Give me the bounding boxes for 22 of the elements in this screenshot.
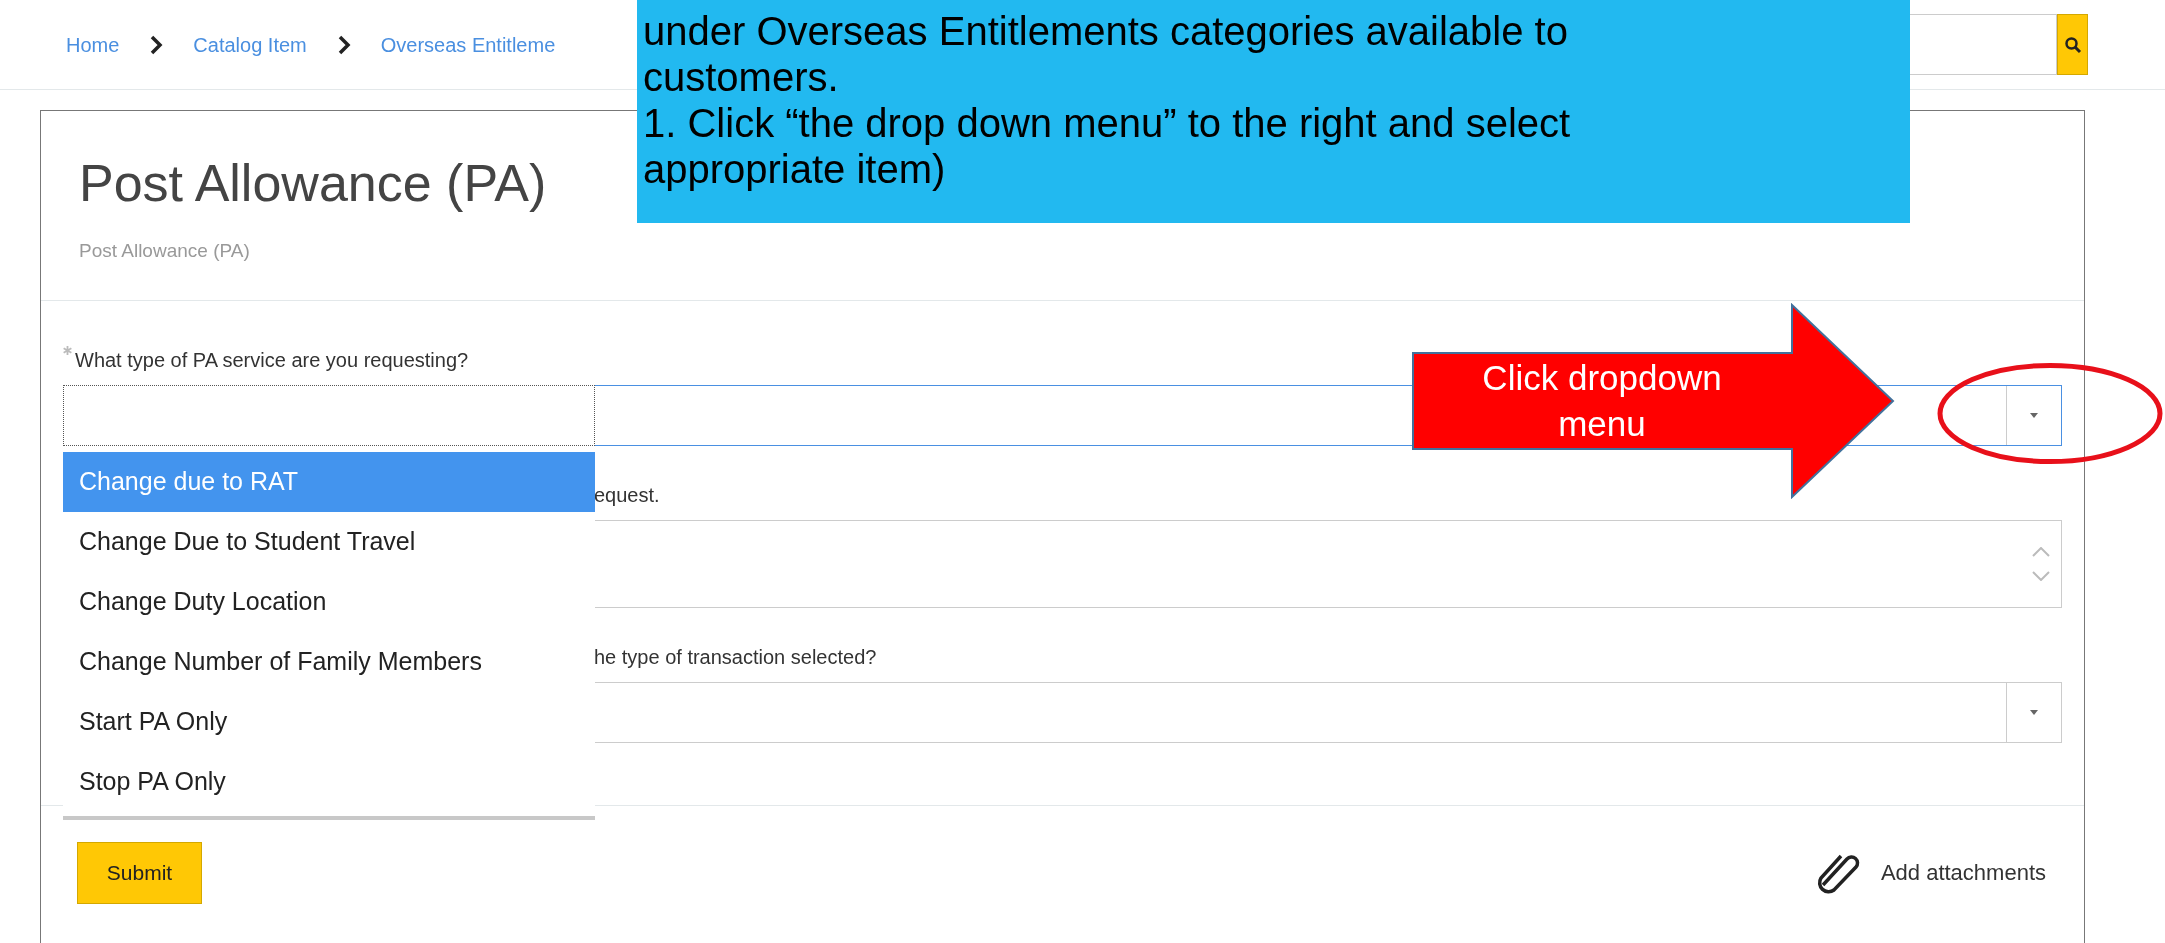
callout-text: appropriate item): [643, 146, 946, 192]
page-title: Post Allowance (PA): [79, 153, 547, 213]
caret-icon: [2029, 411, 2039, 419]
field-label: he type of transaction selected?: [594, 644, 877, 670]
search-button[interactable]: [2057, 14, 2088, 75]
add-attachments-link[interactable]: Add attachments: [1880, 856, 2046, 889]
scroll-down-icon[interactable]: [2032, 570, 2050, 581]
page-subtitle: Post Allowance (PA): [79, 239, 250, 263]
arrow-callout-text: Click dropdown menu: [1482, 358, 1722, 443]
dropdown-input[interactable]: [63, 384, 595, 446]
field-label: equest.: [594, 482, 660, 508]
callout-text: customers.: [643, 54, 839, 100]
callout-text: under Overseas Entitlements categories available to: [643, 8, 1568, 54]
caret-icon: [2029, 708, 2039, 716]
callout-text: 1. Click “the drop down menu” to the right and select: [643, 100, 1571, 146]
field-label: What type of PA service are you requesting?: [75, 347, 469, 373]
search-icon: [2063, 35, 2082, 54]
chevron-icon: [149, 34, 164, 55]
submit-button[interactable]: Submit: [77, 841, 202, 904]
search-field[interactable]: [1910, 14, 2057, 75]
scroll-up-icon[interactable]: [2032, 546, 2050, 557]
chevron-icon: [336, 34, 351, 55]
